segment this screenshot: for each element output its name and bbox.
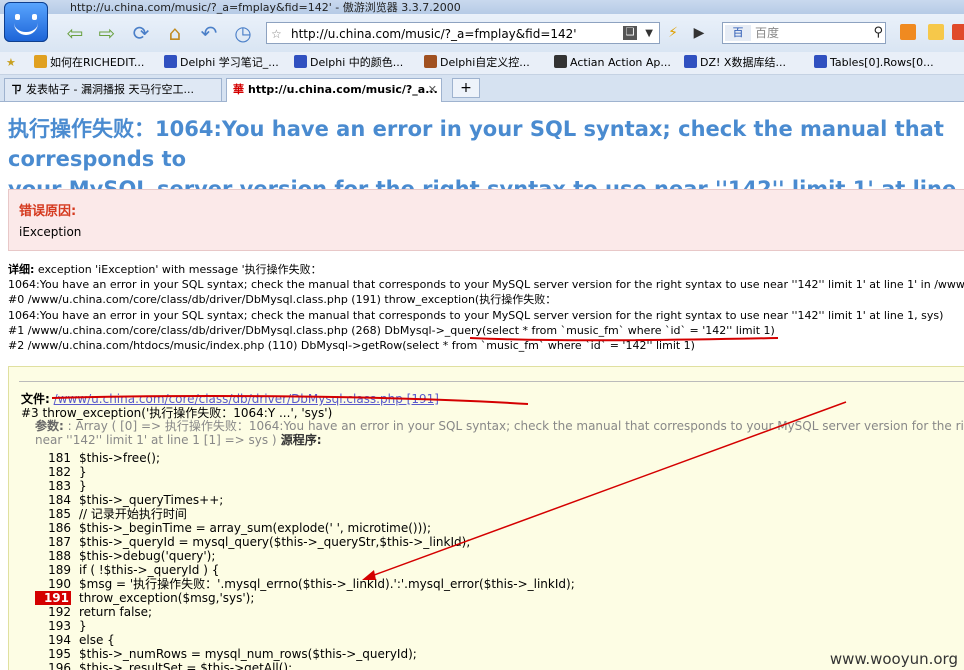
forward-arrow-icon[interactable]: ⇨ [94,21,120,45]
bookmark-item[interactable]: Tables[0].Rows[0... [814,55,934,71]
bookmark-favicon-icon [424,55,437,68]
tab-current-page[interactable]: 華 http://u.china.com/music/?_a... ✕ [226,78,442,102]
search-engine-selector[interactable]: 百 [725,25,751,41]
refresh-icon[interactable]: ⟳ [128,21,154,45]
code-line: 194 else { [48,633,115,647]
error-detail: 详细: exception 'iException' with message … [8,262,964,353]
code-line: 189 if ( !$this->_queryId ) { [48,563,220,577]
divider [19,381,964,382]
code-line: 188 $this->debug('query'); [48,549,216,563]
watermark: www.wooyun.org [829,650,958,668]
code-line: 181 $this->free(); [48,451,160,465]
search-input[interactable]: 百度 [755,23,779,43]
bookmark-item[interactable]: Delphi自定义控... [424,55,530,71]
navigation-toolbar: ⇦ ⇨ ⟳ ⌂ ↶ ◷ ☆ http://u.china.com/music/?… [0,14,964,52]
window-titlebar: http://u.china.com/music/?_a=fmplay&fid=… [0,0,964,14]
history-clock-icon[interactable]: ◷ [230,21,256,45]
detail-label: 详细: [8,263,35,276]
reason-value: iException [19,225,82,239]
bookmark-item[interactable]: Actian Action Ap... [554,55,671,71]
detail-line: 1064:You have an error in your SQL synta… [8,308,944,322]
bookmark-item[interactable]: 如何在RICHEDIT... [34,55,144,71]
detail-line: #2 /www/u.china.com/htdocs/music/index.p… [8,339,695,353]
bookmark-item[interactable]: Delphi 中的颜色... [294,55,403,71]
tab-label: 发表帖子 - 漏洞播报 天马行空工... [26,83,194,96]
error-reason-box: 错误原因: iException [8,189,964,251]
lightning-icon[interactable]: ⚡ [662,22,684,44]
trace-args: 参数: : Array ( [0] => 执行操作失败：1064:You hav… [35,419,964,447]
bookmark-item[interactable]: Delphi 学习笔记_... [164,55,279,71]
detail-line: 详细: exception 'iException' with message … [8,263,322,276]
search-box[interactable]: 百 百度 ⚲ [722,22,886,44]
notes-icon[interactable] [928,24,944,40]
tab-favicon-icon: 華 [233,83,244,96]
code-line: 182} [48,465,87,479]
source-code: 181 $this->free(); 182} 183} 184 $this->_q… [35,451,575,670]
home-icon[interactable]: ⌂ [162,21,188,45]
chevron-down-icon[interactable]: ▼ [645,23,653,45]
bookmark-favicon-icon [814,55,827,68]
detail-line: #1 /www/u.china.com/core/class/db/driver… [8,323,775,337]
detail-line: #0 /www/u.china.com/core/class/db/driver… [8,293,557,307]
code-line: 183} [48,479,87,493]
detail-line: 1064:You have an error in your SQL synta… [8,278,964,292]
tab-label: http://u.china.com/music/?_a... [248,83,438,96]
window-title: http://u.china.com/music/?_a=fmplay&fid=… [70,1,461,14]
reason-heading: 错误原因: [19,204,77,219]
code-line: 184 $this->_queryTimes++; [48,493,224,507]
address-bar[interactable]: ☆ http://u.china.com/music/?_a=fmplay&fi… [266,22,660,44]
code-line: 196 $this->_resultSet = $this->getAll(); [48,661,293,670]
new-tab-button[interactable]: + [452,78,480,98]
bookmark-favicon-icon [684,55,697,68]
bookmarks-bar: ★ 如何在RICHEDIT... Delphi 学习笔记_... Delphi … [0,52,964,75]
code-line: 190 $msg = '执行操作失败：'.mysql_errno($this->_… [48,577,575,591]
tab-forum-post[interactable]: ㄗ发表帖子 - 漏洞播报 天马行空工... [4,78,222,101]
code-line: 186 $this->_beginTime = array_sum(explode… [48,521,432,535]
close-tab-icon[interactable]: ✕ [428,79,437,101]
code-line: 193} [48,619,87,633]
code-line: 185// 记录开始执行时间 [48,507,187,521]
page-content: 执行操作失败：1064:You have an error in your SQ… [0,102,964,670]
code-line: 192 return false; [48,605,153,619]
code-line: 195 $this->_numRows = mysql_num_rows($thi… [48,647,417,661]
plugin-icon[interactable] [952,24,964,40]
rss-icon[interactable] [900,24,916,40]
bookmark-favicon-icon [294,55,307,68]
reader-mode-icon[interactable]: ❑ [623,26,637,40]
bookmark-star-icon[interactable]: ☆ [271,23,282,45]
bookmark-item[interactable]: DZ! X数据库结... [684,55,786,71]
address-input[interactable]: http://u.china.com/music/?_a=fmplay&fid=… [291,23,577,45]
bookmark-favicon-icon [554,55,567,68]
undo-icon[interactable]: ↶ [196,21,222,45]
bookmark-favicon-icon [34,55,47,68]
search-icon[interactable]: ⚲ [873,23,883,43]
browser-logo-icon[interactable] [4,2,48,42]
bookmarks-star-icon[interactable]: ★ [6,55,16,71]
tab-favicon-icon: ㄗ [11,83,22,96]
code-line-highlighted: 191 throw_exception($msg,'sys'); [35,591,254,605]
code-line: 187 $this->_queryId = mysql_query($this->… [48,535,471,549]
bookmark-favicon-icon [164,55,177,68]
args-label: 参数: [35,419,64,433]
tab-strip: ㄗ发表帖子 - 漏洞播报 天马行空工... 華 http://u.china.co… [0,75,964,102]
go-arrow-icon[interactable]: ▶ [688,22,710,44]
stack-trace-box: 文件: /www/u.china.com/core/class/db/drive… [8,366,964,670]
back-arrow-icon[interactable]: ⇦ [62,21,88,45]
